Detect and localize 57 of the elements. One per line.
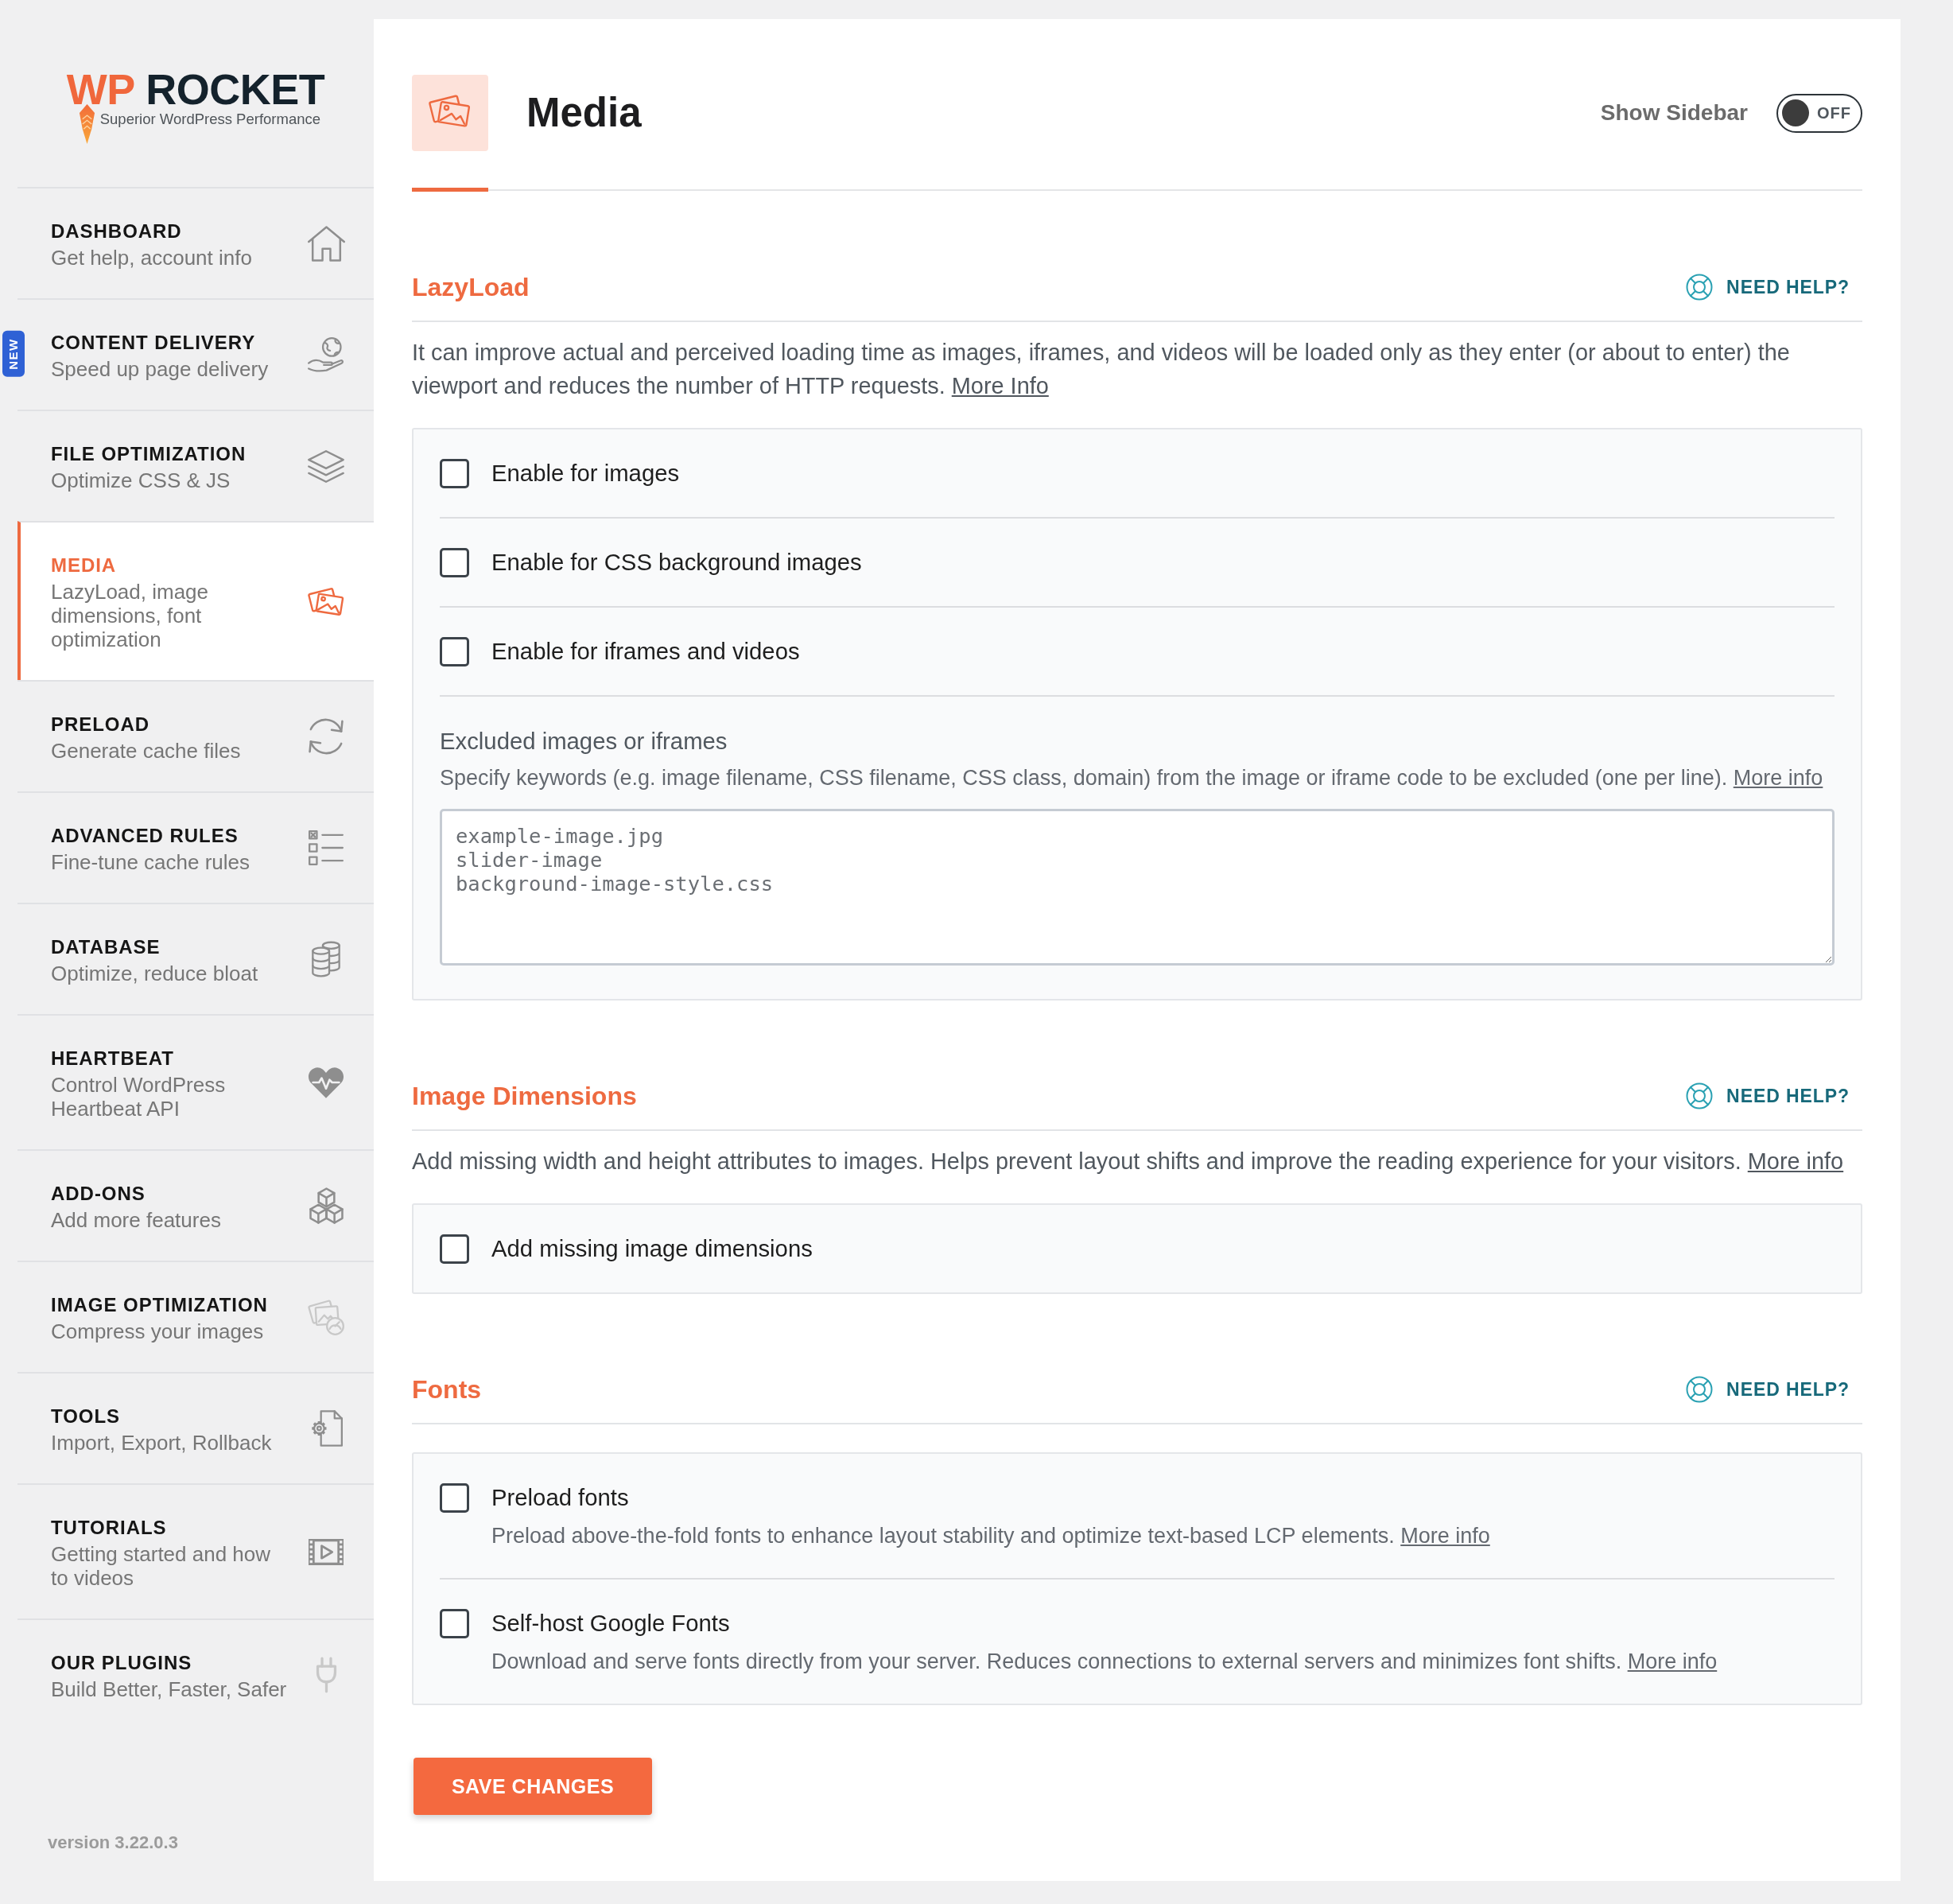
document-gear-icon: [309, 1410, 343, 1447]
sidebar-toggle[interactable]: OFF: [1776, 93, 1862, 133]
checkbox[interactable]: [440, 1234, 469, 1264]
database-icon: [312, 941, 340, 977]
show-sidebar-label: Show Sidebar: [1600, 100, 1748, 126]
plug-icon: [315, 1657, 337, 1693]
flame-icon: [78, 104, 95, 144]
checkbox[interactable]: [440, 636, 469, 666]
checkbox[interactable]: [440, 458, 469, 488]
option-label: Enable for images: [491, 459, 681, 488]
exclusions-textarea[interactable]: example-image.jpg slider-image background-image-style.css: [440, 809, 1835, 966]
option-label: Preload fonts: [491, 1483, 630, 1512]
layers-icon: [308, 449, 344, 483]
images-icon: [412, 75, 488, 151]
sidebar-nav-item[interactable]: MEDIA LazyLoad, image dimensions, font optimization: [17, 521, 374, 680]
option-label: Add missing image dimensions: [491, 1234, 813, 1263]
version-text: version 3.22.0.3: [48, 1832, 178, 1854]
checklist-icon: [309, 830, 344, 865]
photos-gauge-icon: [308, 1299, 344, 1335]
cubes-icon: [309, 1187, 344, 1224]
images-icon: [308, 587, 344, 616]
heart-pulse-icon: [308, 1066, 344, 1099]
more-info-link[interactable]: More info: [1627, 1649, 1718, 1673]
section-description: Add missing width and height attributes to images. Helps prevent layout shifts and improve the reading experience for your visitors. More info: [412, 1148, 1845, 1175]
field-label: Excluded images or iframes: [440, 727, 728, 756]
logo-wordmark: WP ROCKET: [66, 68, 325, 111]
refresh-icon: [308, 718, 344, 755]
section-title: LazyLoad: [412, 272, 530, 303]
section-title: Fonts: [412, 1374, 482, 1405]
more-info-link[interactable]: More Info: [951, 373, 1049, 398]
checkbox[interactable]: [440, 1482, 469, 1513]
section-description: It can improve actual and perceived loading time as images, iframes, and videos will be loaded only as they enter (or about to enter) the viewport and reduces the number of HTTP requests. More Info: [412, 339, 1791, 400]
checkbox[interactable]: [440, 1608, 469, 1638]
option-description: Download and serve fonts directly from your server. Reduces connections to external servers and minimizes font shifts. More info: [491, 1649, 1718, 1675]
new-badge: NEW: [2, 331, 25, 377]
checkbox[interactable]: [440, 547, 469, 577]
lifebuoy-icon: [1686, 1376, 1714, 1403]
globe-hand-icon: [308, 337, 344, 372]
need-help-link[interactable]: NEED HELP?: [1686, 274, 1850, 301]
film-play-icon: [309, 1538, 344, 1565]
page-title: Media: [526, 89, 643, 137]
field-description: Specify keywords (e.g. image filename, CSS filename, CSS class, domain) from the image or iframe code to be excluded (one per line). More info: [440, 765, 1824, 791]
option-description: Preload above-the-fold fonts to enhance layout stability and optimize text-based LCP elements. More info: [491, 1523, 1491, 1549]
toggle-knob: [1782, 99, 1809, 126]
more-info-link[interactable]: More info: [1733, 766, 1823, 790]
need-help-link[interactable]: NEED HELP?: [1686, 1376, 1850, 1403]
logo-tagline: Superior WordPress Performance: [99, 111, 320, 128]
more-info-link[interactable]: More info: [1400, 1524, 1490, 1548]
house-icon: [307, 225, 345, 262]
option-label: Enable for iframes and videos: [491, 637, 801, 666]
option-label: Self-host Google Fonts: [491, 1609, 731, 1638]
lifebuoy-icon: [1686, 274, 1714, 301]
more-info-link[interactable]: More info: [1747, 1148, 1844, 1174]
need-help-link[interactable]: NEED HELP?: [1686, 1082, 1850, 1109]
option-label: Enable for CSS background images: [491, 548, 863, 577]
lifebuoy-icon: [1686, 1082, 1714, 1109]
section-title: Image Dimensions: [412, 1081, 637, 1112]
